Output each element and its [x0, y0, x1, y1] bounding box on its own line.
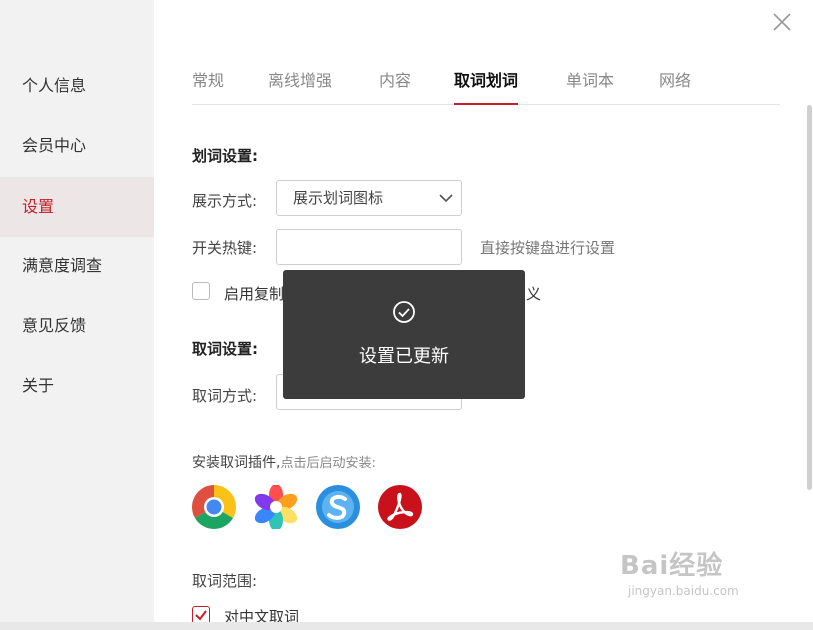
sidebar-item-settings[interactable]: 设置 [0, 177, 154, 237]
range-section-title: 取词范围: [192, 572, 258, 590]
check-circle-icon [393, 301, 415, 323]
sidebar-item-about[interactable]: 关于 [0, 356, 154, 416]
copy-capture-label-suffix: 义 [526, 285, 542, 303]
sidebar: 个人信息 会员中心 设置 满意度调查 意见反馈 关于 [0, 0, 154, 630]
tab-content[interactable]: 内容 [379, 62, 411, 104]
toast-message: 设置已更新 [359, 346, 449, 367]
tab-wordbook[interactable]: 单词本 [566, 62, 614, 104]
hotkey-input[interactable] [276, 229, 462, 265]
tab-general[interactable]: 常规 [192, 62, 224, 104]
watermark-sub: jingyan.baidu.com [628, 584, 739, 598]
huaci-section-title: 划词设置: [192, 147, 258, 165]
plugin-section-title: 安装取词插件,点击后启动安装: [192, 452, 376, 472]
sogou-browser-plugin-icon[interactable] [316, 485, 360, 529]
hotkey-label: 开关热键: [192, 239, 258, 257]
display-mode-value: 展示划词图标 [293, 189, 384, 207]
display-mode-label: 展示方式: [192, 192, 258, 210]
display-mode-select[interactable]: 展示划词图标 [276, 180, 462, 216]
copy-capture-label-prefix: 启用复制 [224, 285, 285, 303]
hotkey-hint: 直接按键盘进行设置 [480, 239, 616, 257]
sidebar-item-profile[interactable]: 个人信息 [0, 56, 154, 116]
settings-tabs: 常规 离线增强 内容 取词划词 单词本 网络 [192, 62, 780, 105]
quci-section-title: 取词设置: [192, 340, 258, 358]
360-browser-plugin-icon[interactable] [254, 484, 298, 531]
tab-offline[interactable]: 离线增强 [268, 62, 332, 104]
capture-method-label: 取词方式: [192, 387, 258, 405]
check-icon [195, 610, 207, 621]
plugin-subtitle: 点击后启动安装: [280, 456, 376, 471]
plugin-title: 安装取词插件, [192, 455, 281, 471]
acrobat-plugin-icon[interactable] [378, 485, 422, 529]
copy-capture-checkbox[interactable] [192, 282, 210, 300]
tab-network[interactable]: 网络 [659, 62, 691, 104]
scrollbar[interactable] [807, 105, 812, 490]
bottom-edge [0, 622, 813, 630]
toast-notification: 设置已更新 [283, 270, 525, 399]
chevron-down-icon [439, 194, 453, 203]
tab-word-capture[interactable]: 取词划词 [454, 62, 519, 105]
sidebar-item-survey[interactable]: 满意度调查 [0, 236, 154, 296]
sidebar-item-feedback[interactable]: 意见反馈 [0, 296, 154, 356]
sidebar-item-membership[interactable]: 会员中心 [0, 116, 154, 176]
chrome-plugin-icon[interactable] [192, 485, 236, 529]
watermark-main: Bai经验 [620, 551, 724, 581]
close-icon[interactable] [772, 12, 792, 32]
watermark: Bai经验 jingyan.baidu.com [620, 545, 739, 598]
